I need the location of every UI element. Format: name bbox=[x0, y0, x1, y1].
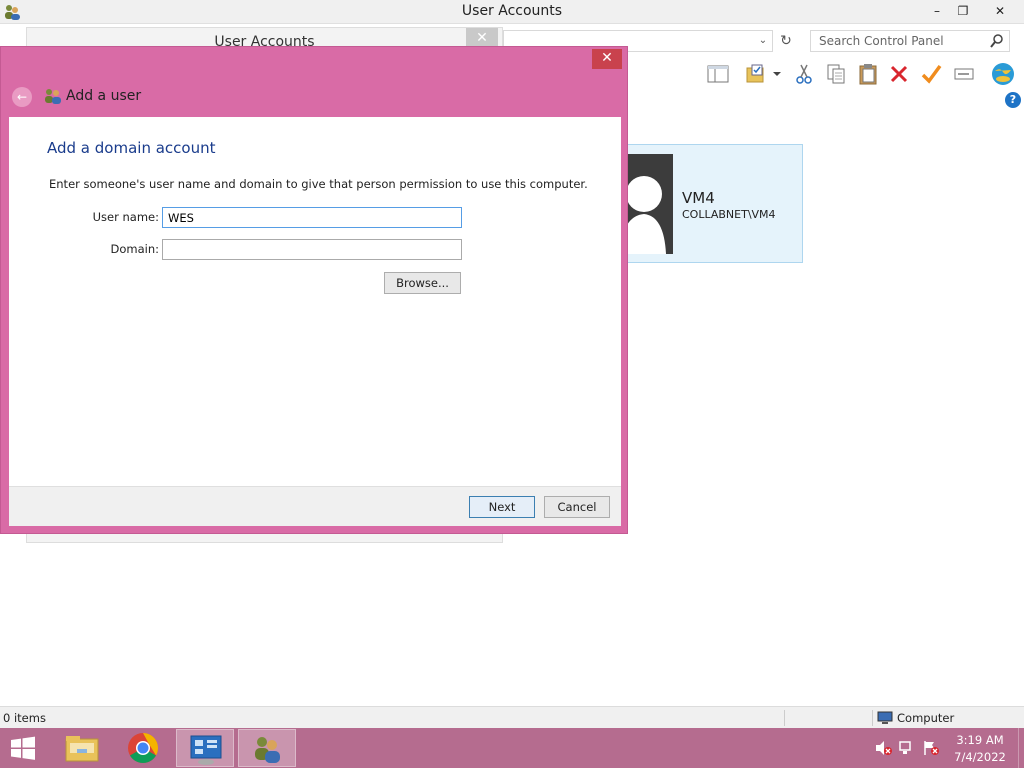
title-bar: User Accounts – ❐ ✕ bbox=[0, 0, 1024, 24]
background-window-close-button[interactable]: ✕ bbox=[466, 28, 498, 48]
dialog-footer: Next Cancel bbox=[9, 486, 621, 526]
taskbar-chrome[interactable] bbox=[114, 729, 172, 767]
clock-date[interactable]: 7/4/2022 bbox=[948, 750, 1012, 764]
dialog-close-button[interactable]: ✕ bbox=[592, 49, 622, 69]
user-name: VM4 bbox=[682, 189, 715, 207]
clock-time[interactable]: 3:19 AM bbox=[948, 733, 1012, 747]
dialog-body: Add a domain account Enter someone's use… bbox=[9, 117, 621, 486]
refresh-button[interactable]: ↻ bbox=[775, 30, 797, 52]
users-icon bbox=[45, 89, 61, 104]
taskbar: 3:19 AM 7/4/2022 bbox=[0, 728, 1024, 768]
control-panel-window: User Accounts – ❐ ✕ ⌄ ↻ Search Control P… bbox=[0, 0, 1024, 728]
show-desktop-button[interactable] bbox=[1018, 728, 1024, 768]
rename-icon[interactable] bbox=[953, 63, 975, 85]
window-title: User Accounts bbox=[461, 3, 563, 19]
item-count: 0 items bbox=[3, 711, 46, 725]
domain-input[interactable] bbox=[162, 239, 462, 260]
windows-start-icon[interactable] bbox=[6, 734, 40, 762]
dialog-description: Enter someone's user name and domain to … bbox=[49, 177, 588, 191]
server-manager-icon bbox=[190, 735, 222, 765]
computer-icon bbox=[877, 711, 893, 724]
add-user-dialog: ✕ ← Add a user Add a domain account Ente… bbox=[0, 46, 628, 534]
user-accounts-icon bbox=[255, 737, 280, 763]
paste-icon[interactable] bbox=[857, 63, 879, 85]
restore-button[interactable]: ❐ bbox=[952, 0, 974, 22]
next-button[interactable]: Next bbox=[469, 496, 535, 518]
address-dropdown-button[interactable]: ⌄ bbox=[756, 33, 770, 49]
status-divider bbox=[872, 710, 873, 726]
username-input[interactable] bbox=[162, 207, 462, 228]
username-label: User name: bbox=[92, 210, 159, 224]
chevron-down-icon[interactable] bbox=[770, 63, 784, 85]
user-avatar-icon bbox=[624, 154, 673, 254]
minimize-button[interactable]: – bbox=[926, 0, 948, 22]
search-icon[interactable] bbox=[989, 33, 1005, 49]
taskbar-file-explorer[interactable] bbox=[53, 729, 111, 767]
globe-icon[interactable] bbox=[990, 61, 1016, 87]
network-icon[interactable] bbox=[898, 740, 916, 756]
folder-properties-icon[interactable] bbox=[745, 63, 767, 85]
status-location: Computer bbox=[897, 711, 955, 725]
search-box bbox=[810, 30, 1010, 52]
search-input[interactable] bbox=[811, 31, 989, 51]
domain-label: Domain: bbox=[110, 242, 160, 256]
back-button[interactable]: ← bbox=[12, 87, 32, 107]
volume-muted-icon[interactable] bbox=[874, 740, 892, 756]
chrome-icon bbox=[128, 733, 159, 764]
dialog-heading: Add a domain account bbox=[47, 139, 216, 157]
checkmark-icon[interactable] bbox=[920, 63, 942, 85]
cancel-button[interactable]: Cancel bbox=[544, 496, 610, 518]
cut-icon[interactable] bbox=[793, 63, 815, 85]
status-divider bbox=[784, 710, 785, 726]
taskbar-server-manager[interactable] bbox=[176, 729, 234, 767]
user-card[interactable]: VM4 COLLABNET\VM4 bbox=[611, 144, 803, 263]
taskbar-user-accounts[interactable] bbox=[238, 729, 296, 767]
browse-button[interactable]: Browse... bbox=[384, 272, 461, 294]
action-center-flag-icon[interactable] bbox=[922, 740, 940, 756]
copy-icon[interactable] bbox=[825, 63, 847, 85]
layout-pane-icon[interactable] bbox=[707, 63, 729, 85]
help-icon[interactable]: ? bbox=[1005, 92, 1021, 108]
delete-icon[interactable] bbox=[888, 63, 910, 85]
dialog-title: Add a user bbox=[66, 88, 142, 104]
file-explorer-icon bbox=[65, 736, 99, 762]
status-bar: 0 items Computer bbox=[0, 706, 1024, 728]
close-window-button[interactable]: ✕ bbox=[978, 0, 1022, 22]
user-domain-account: COLLABNET\VM4 bbox=[682, 208, 776, 221]
